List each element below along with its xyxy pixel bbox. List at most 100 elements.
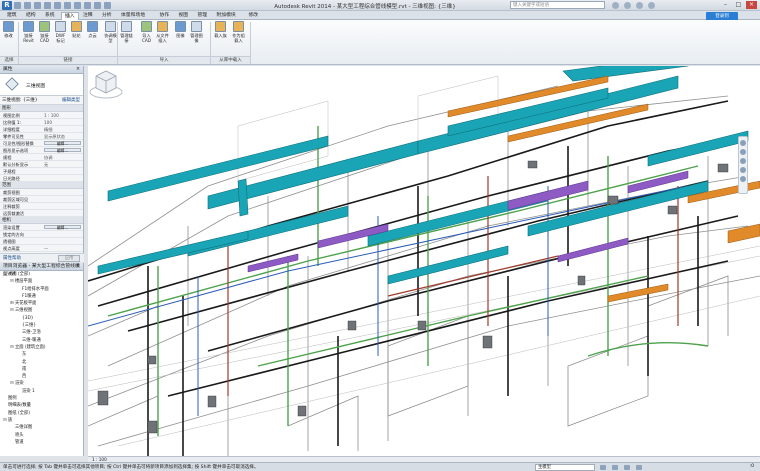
property-value[interactable]: — <box>42 245 83 251</box>
ribbon-button-6[interactable]: 协调模型 <box>104 21 117 43</box>
tree-item[interactable]: ⊟渲染 <box>0 380 83 387</box>
tree-item[interactable]: 西 <box>0 373 83 380</box>
ribbon-button-4[interactable]: 贴花 <box>70 21 83 38</box>
property-value[interactable]: 显示原状态 <box>42 133 83 139</box>
tree-item[interactable]: 北 <box>0 359 83 366</box>
tree-item[interactable]: F1暖通 <box>0 293 83 300</box>
tab-6[interactable]: 体量和场地 <box>118 12 148 20</box>
property-value[interactable] <box>42 168 83 174</box>
ribbon-button-11[interactable]: 管理图像 <box>190 21 203 43</box>
tree-item[interactable]: 图纸 (全部) <box>0 410 83 417</box>
help-icon[interactable] <box>648 2 655 9</box>
drawing-canvas[interactable] <box>88 66 760 456</box>
property-value[interactable] <box>42 196 83 202</box>
3d-mep-model[interactable] <box>88 66 760 456</box>
3d-view-icon[interactable] <box>74 2 81 9</box>
measure-icon[interactable] <box>64 2 71 9</box>
tree-item[interactable]: 三维详图 <box>0 424 83 431</box>
property-value[interactable] <box>42 210 83 216</box>
section-icon[interactable] <box>84 2 91 9</box>
tree-item[interactable]: ⊟视图 (全部) <box>0 271 83 278</box>
revit-logo-icon[interactable]: R <box>2 1 12 10</box>
thin-lines-icon[interactable] <box>104 2 111 9</box>
tree-item[interactable]: ⊟楼层平面 <box>0 278 83 285</box>
pan-icon[interactable] <box>740 158 746 164</box>
tab-2[interactable]: 系统 <box>42 12 58 20</box>
tab-7[interactable]: 协作 <box>157 12 173 20</box>
ribbon-button-5[interactable]: 点云 <box>86 21 99 38</box>
select-pinned-icon[interactable] <box>636 465 642 470</box>
property-value[interactable] <box>42 203 83 209</box>
tree-item[interactable]: 明细表/数量 <box>0 402 83 409</box>
minimize-button[interactable]: – <box>720 1 731 9</box>
section-graphics[interactable]: 图形 <box>0 105 83 112</box>
tree-item[interactable]: F1给排水平面 <box>0 286 83 293</box>
tab-5[interactable]: 分析 <box>99 12 115 20</box>
property-edit-button[interactable]: 编辑... <box>44 141 81 146</box>
section-extents[interactable]: 范围 <box>0 182 83 189</box>
text-icon[interactable] <box>94 2 101 9</box>
section-camera[interactable]: 相机 <box>0 217 83 224</box>
property-value[interactable]: 1 : 100 <box>42 112 83 118</box>
orbit-icon[interactable] <box>740 167 746 173</box>
exchange-icon[interactable] <box>636 2 643 9</box>
property-edit-button[interactable]: 编辑... <box>44 148 81 153</box>
navbar-menu-icon[interactable] <box>740 176 746 182</box>
navigation-bar[interactable] <box>738 136 748 194</box>
binoculars-icon[interactable] <box>612 2 619 9</box>
ribbon-button-1[interactable]: 链接Revit <box>22 21 35 43</box>
tab-3[interactable]: 插入 <box>61 12 79 20</box>
tree-item[interactable]: ⊞天花板平面 <box>0 300 83 307</box>
subscription-icon[interactable] <box>624 2 631 9</box>
tree-item[interactable]: 管道 <box>0 439 83 446</box>
tree-item[interactable]: ⊟立面 (建筑立面) <box>0 344 83 351</box>
redo-icon[interactable] <box>44 2 51 9</box>
tree-item[interactable]: {三维} <box>0 322 83 329</box>
ribbon-button-3[interactable]: DWF标记 <box>54 21 67 43</box>
ribbon-button-7[interactable]: 管理链接 <box>120 21 133 43</box>
property-value[interactable] <box>42 231 83 237</box>
ribbon-button-8[interactable]: 导入CAD <box>140 21 153 43</box>
maximize-button[interactable]: □ <box>733 1 744 9</box>
edit-type-button[interactable]: 编辑类型 <box>62 96 80 105</box>
ribbon-button-12[interactable]: 载入族 <box>214 21 227 38</box>
tree-item[interactable]: 三维-暖通 <box>0 337 83 344</box>
select-links-icon[interactable] <box>612 465 618 470</box>
tab-11[interactable]: 修改 <box>246 12 262 20</box>
property-edit-button[interactable]: 编辑... <box>44 225 81 230</box>
tree-item[interactable]: 图例 <box>0 395 83 402</box>
tree-item[interactable]: ⊟三维视图 <box>0 307 83 314</box>
ribbon-button-13[interactable]: 作为组载入 <box>232 21 245 43</box>
tab-0[interactable]: 建筑 <box>4 12 20 20</box>
ribbon-button-9[interactable]: 从文件插入 <box>156 21 169 43</box>
tree-item[interactable]: 喷头 <box>0 432 83 439</box>
tab-10[interactable]: 附加模块 <box>214 12 239 20</box>
tree-item[interactable]: 东 <box>0 351 83 358</box>
viewcube-icon[interactable] <box>88 66 124 100</box>
tree-item[interactable]: {3D} <box>0 315 83 322</box>
active-workset-select[interactable]: 主模型 <box>535 464 595 471</box>
open-icon[interactable] <box>14 2 21 9</box>
tab-9[interactable]: 管理 <box>195 12 211 20</box>
close-icon[interactable]: × <box>76 263 80 271</box>
ribbon-button-2[interactable]: 链接CAD <box>38 21 51 43</box>
property-value[interactable]: 精细 <box>42 126 83 132</box>
property-value[interactable] <box>42 175 83 181</box>
tree-item[interactable]: 三维-卫浴 <box>0 329 83 336</box>
property-value[interactable] <box>42 238 83 244</box>
tab-8[interactable]: 视图 <box>176 12 192 20</box>
property-value[interactable]: 协调 <box>42 154 83 160</box>
ribbon-button-0[interactable]: 修改 <box>2 21 15 38</box>
zoom-icon[interactable] <box>740 149 746 155</box>
properties-help-link[interactable]: 属性帮助 <box>3 255 21 261</box>
select-underlay-icon[interactable] <box>624 465 630 470</box>
tab-1[interactable]: 结构 <box>23 12 39 20</box>
undo-icon[interactable] <box>34 2 41 9</box>
view-instance-selector[interactable]: 三维视图: {三维} 编辑类型 <box>0 96 83 105</box>
steering-wheel-icon[interactable] <box>740 140 746 146</box>
tree-item[interactable]: ⊟族 <box>0 417 83 424</box>
close-icon[interactable]: × <box>76 66 80 74</box>
ribbon-button-10[interactable]: 图像 <box>174 21 187 38</box>
tree-item[interactable]: 渲染 1 <box>0 388 83 395</box>
tab-4[interactable]: 注释 <box>80 12 96 20</box>
